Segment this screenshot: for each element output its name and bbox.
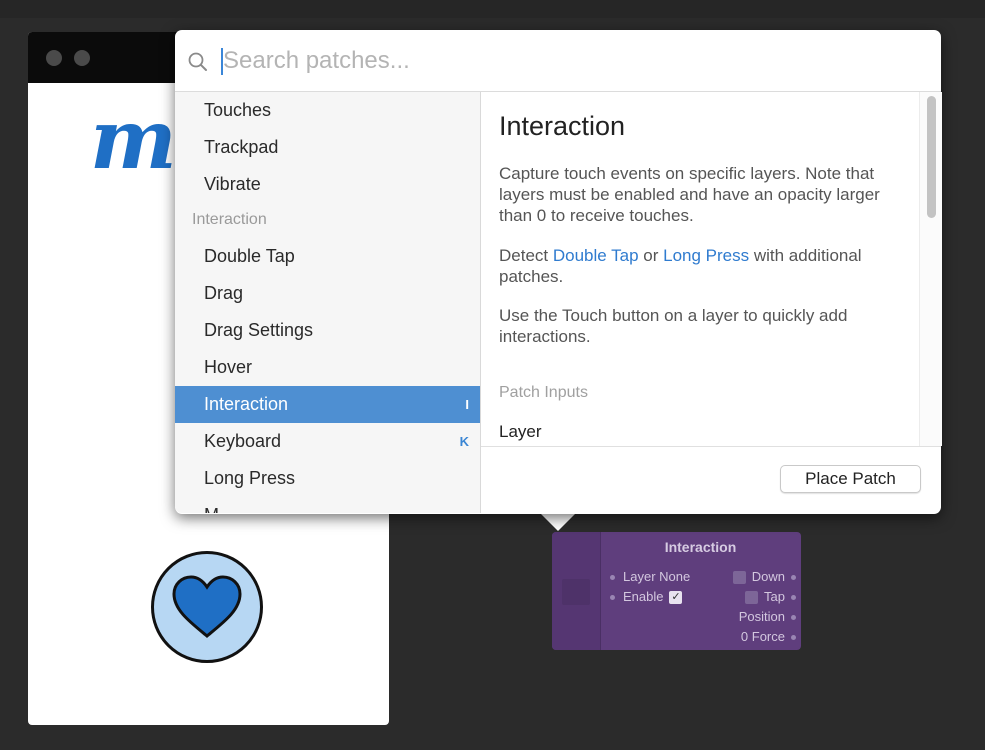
patch-detail-panel: Interaction Capture touch events on spec… (481, 92, 920, 446)
detail-scrollbar[interactable] (919, 92, 942, 446)
list-item-interaction[interactable]: Interaction I (175, 386, 480, 423)
scrollbar-thumb[interactable] (927, 96, 936, 218)
detail-title: Interaction (499, 111, 626, 141)
search-icon (188, 52, 207, 71)
list-item-vibrate[interactable]: Vibrate (175, 166, 480, 203)
heart-icon (172, 575, 242, 638)
list-item-label: Keyboard (204, 431, 282, 451)
patch-search-popover: Touches Trackpad Vibrate Interaction Dou… (175, 30, 942, 515)
output-port-dot[interactable] (791, 635, 796, 641)
list-item-trackpad[interactable]: Trackpad (175, 129, 480, 166)
search-input[interactable] (223, 43, 873, 79)
node-output-force[interactable]: 0 Force (741, 629, 796, 644)
input-port-dot[interactable] (610, 575, 615, 581)
input-value: None (659, 569, 691, 584)
output-port-dot[interactable] (791, 615, 796, 621)
tap-checkbox (745, 591, 759, 605)
detail-related-patches: Detect Double Tap or Long Press with add… (499, 245, 904, 287)
list-item-double-tap[interactable]: Double Tap (175, 238, 480, 275)
output-value: 0 (740, 629, 749, 644)
node-layer-handle[interactable] (552, 532, 601, 650)
node-knob (562, 579, 590, 605)
list-item-drag[interactable]: Drag (175, 275, 480, 312)
input-label: Layer (623, 569, 656, 584)
node-input-layer[interactable]: Layer None (610, 569, 690, 584)
window-minimize-button[interactable] (74, 50, 90, 66)
interaction-patch-node[interactable]: Interaction Layer None Enable ✓ Down Tap … (552, 532, 801, 650)
enable-checkbox[interactable]: ✓ (669, 591, 683, 605)
detail-description: Capture touch events on specific layers.… (499, 164, 880, 225)
list-item-label: Double Tap (204, 246, 295, 266)
patch-list[interactable]: Touches Trackpad Vibrate Interaction Dou… (175, 92, 481, 513)
list-item-hover[interactable]: Hover (175, 349, 480, 386)
output-label: Tap (764, 589, 785, 604)
output-port-dot[interactable] (791, 575, 796, 581)
output-label: Force (751, 629, 785, 644)
window-close-button[interactable] (46, 50, 62, 66)
down-checkbox (732, 571, 746, 585)
canvas-top-bar (0, 0, 985, 18)
place-patch-button[interactable]: Place Patch (780, 465, 921, 493)
detail-footer: Place Patch (481, 446, 941, 515)
list-item-label: Hover (204, 357, 253, 377)
list-item-long-press[interactable]: Long Press (175, 460, 480, 497)
list-item-label: Trackpad (204, 137, 279, 157)
list-item-touches[interactable]: Touches (175, 92, 480, 129)
long-press-link[interactable]: Long Press (663, 246, 749, 265)
input-label: Enable (623, 589, 664, 604)
node-input-enable[interactable]: Enable ✓ (610, 589, 683, 605)
shortcut-key: I (465, 397, 469, 412)
node-output-position[interactable]: Position (739, 609, 796, 624)
list-item-label: Vibrate (204, 174, 261, 194)
list-item-label: Drag (204, 283, 244, 303)
section-header-label: Interaction (192, 211, 267, 228)
list-section-interaction: Interaction (175, 203, 480, 240)
output-label: Down (751, 569, 785, 584)
output-label: Position (738, 609, 785, 624)
list-item-label: Interaction (204, 394, 289, 414)
node-title: Interaction (664, 539, 737, 555)
list-item-drag-settings[interactable]: Drag Settings (175, 312, 480, 349)
list-item-label: Drag Settings (204, 320, 314, 340)
script-logo: m (90, 92, 177, 188)
heart-like-button[interactable] (151, 551, 263, 663)
input-port-dot[interactable] (610, 595, 615, 601)
node-output-down[interactable]: Down (732, 569, 796, 585)
list-item-label: Long Press (204, 468, 296, 488)
patch-inputs-heading: Patch Inputs (499, 384, 588, 401)
patch-input-layer: Layer (499, 422, 542, 441)
text-span: or (638, 246, 664, 265)
list-item-label: M... (204, 505, 234, 513)
double-tap-link[interactable]: Double Tap (553, 246, 639, 265)
list-item-label: Touches (204, 100, 272, 120)
output-port-dot[interactable] (791, 595, 796, 601)
list-item-keyboard[interactable]: Keyboard K (175, 423, 480, 460)
text-span: Detect (499, 246, 553, 265)
detail-tip: Use the Touch button on a layer to quick… (499, 306, 848, 346)
search-bar (175, 30, 941, 92)
node-output-tap[interactable]: Tap (745, 589, 796, 605)
shortcut-key: K (459, 434, 469, 449)
list-item-partial[interactable]: M... (175, 497, 480, 513)
